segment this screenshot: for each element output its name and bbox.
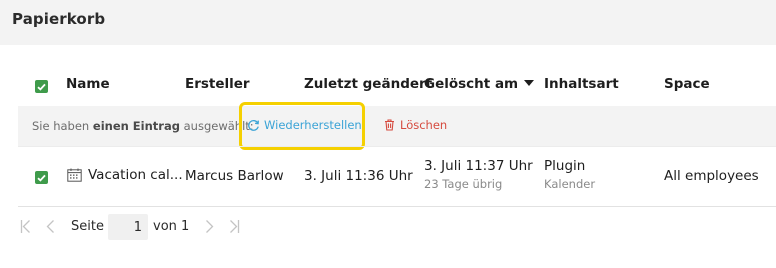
page-label: Seite bbox=[71, 219, 104, 234]
restore-button[interactable]: Wiederherstellen bbox=[247, 118, 362, 132]
row-checkbox[interactable] bbox=[35, 171, 48, 184]
checkmark-icon bbox=[37, 174, 46, 182]
selection-count: einen Eintrag bbox=[92, 119, 180, 133]
row-content-type: Plugin bbox=[544, 158, 586, 174]
table-row[interactable]: Vacation cal... Marcus Barlow 3. Juli 11… bbox=[18, 146, 776, 207]
row-name: Vacation cal... bbox=[88, 167, 183, 183]
sort-descending-icon bbox=[524, 80, 535, 86]
trash-icon bbox=[384, 119, 395, 131]
selection-summary: Sie haben einen Eintrag ausgewählt: bbox=[32, 119, 254, 133]
column-header-content-type[interactable]: Inhaltsart bbox=[544, 76, 619, 92]
row-deleted-at-cell: 3. Juli 11:37 Uhr 23 Tage übrig bbox=[424, 158, 533, 191]
first-page-icon[interactable] bbox=[20, 219, 31, 238]
pagination: Seite von 1 bbox=[0, 210, 776, 245]
row-last-modified: 3. Juli 11:36 Uhr bbox=[304, 168, 413, 184]
page-header: Papierkorb bbox=[0, 0, 776, 45]
page-count-label: von 1 bbox=[153, 219, 190, 234]
column-header-last-modified[interactable]: Zuletzt geändert bbox=[304, 76, 432, 92]
row-deleted-at: 3. Juli 11:37 Uhr bbox=[424, 158, 533, 174]
column-header-space[interactable]: Space bbox=[664, 76, 710, 92]
restore-button-label: Wiederherstellen bbox=[264, 118, 362, 132]
table-header: Name Ersteller Zuletzt geändert Gelöscht… bbox=[0, 64, 776, 106]
row-space: All employees bbox=[664, 168, 759, 184]
last-page-icon[interactable] bbox=[229, 219, 240, 238]
column-header-name[interactable]: Name bbox=[66, 76, 110, 92]
column-header-creator[interactable]: Ersteller bbox=[185, 76, 250, 92]
row-creator: Marcus Barlow bbox=[185, 168, 284, 184]
calendar-icon bbox=[67, 168, 82, 182]
column-header-deleted-at-label: Gelöscht am bbox=[424, 76, 519, 92]
row-content-subtype: Kalender bbox=[544, 177, 596, 191]
checkmark-icon bbox=[37, 83, 46, 91]
restore-icon bbox=[247, 119, 260, 132]
selection-action-bar: Sie haben einen Eintrag ausgewählt: Wied… bbox=[18, 102, 776, 150]
delete-button[interactable]: Löschen bbox=[384, 118, 447, 132]
row-content-type-cell: Plugin Kalender bbox=[544, 158, 595, 191]
next-page-icon[interactable] bbox=[205, 219, 214, 238]
row-days-left: 23 Tage übrig bbox=[424, 177, 503, 191]
page-number-input[interactable] bbox=[108, 214, 148, 240]
delete-button-label: Löschen bbox=[400, 118, 448, 132]
column-header-deleted-at[interactable]: Gelöscht am bbox=[424, 76, 535, 92]
previous-page-icon[interactable] bbox=[46, 219, 55, 238]
selection-prefix: Sie haben bbox=[32, 119, 93, 133]
page-title: Papierkorb bbox=[12, 10, 106, 28]
row-name-cell[interactable]: Vacation cal... bbox=[67, 167, 183, 183]
select-all-checkbox[interactable] bbox=[35, 80, 48, 93]
